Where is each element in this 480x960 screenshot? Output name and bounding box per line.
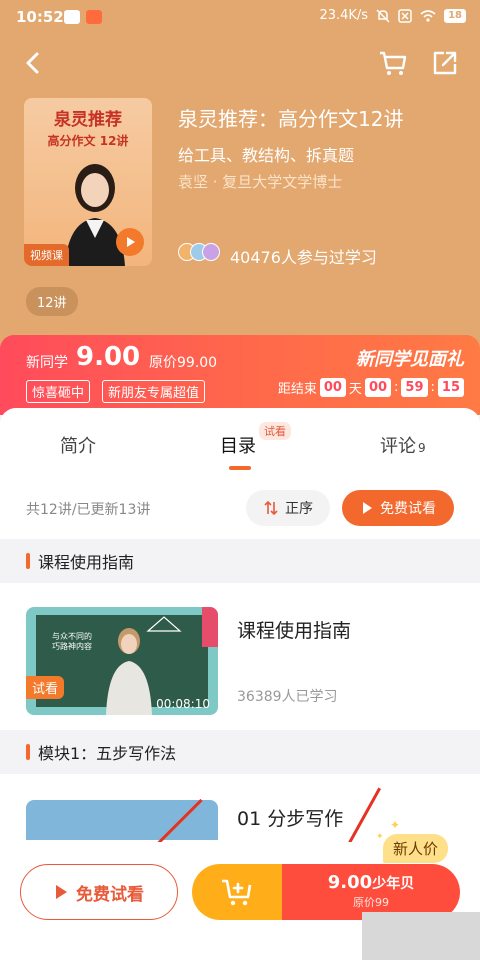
sort-button[interactable]: 正序 — [246, 490, 330, 526]
participant-avatars — [178, 243, 220, 261]
tab-comments-label: 评论 — [380, 436, 416, 457]
network-speed: 23.4K/s — [319, 8, 369, 23]
promo-tag: 新朋友专属超值 — [102, 380, 206, 403]
sim-icon — [398, 8, 412, 23]
cover-title-line2: 高分作文 12讲 — [47, 134, 129, 148]
course-author: 袁坚 · 复旦大学文学博士 — [178, 173, 343, 191]
back-button[interactable] — [18, 48, 48, 78]
tab-catalog[interactable]: 目录 — [220, 432, 256, 458]
countdown-separator: : — [430, 380, 435, 395]
countdown-seconds: 15 — [437, 378, 464, 397]
comment-count: 9 — [418, 441, 426, 455]
share-button[interactable] — [430, 48, 460, 78]
play-icon — [363, 502, 372, 514]
countdown-days: 00 — [319, 378, 346, 397]
cart-icon — [380, 51, 407, 75]
buy-price: 9.00 — [327, 872, 373, 893]
free-trial-button[interactable]: 免费试看 — [342, 490, 454, 526]
countdown-hours: 00 — [364, 378, 392, 397]
avatar — [202, 243, 220, 261]
video-course-tag: 视频课 — [24, 244, 69, 266]
course-title: 泉灵推荐：高分作文12讲 — [178, 107, 404, 131]
buy-original-price: 原价99 — [353, 896, 389, 909]
course-header: 10:52 23.4K/s 18 泉灵推荐 高分作文 12讲 视频课 泉灵推荐：… — [0, 0, 480, 350]
catalog-info: 共12讲/已更新13讲 — [26, 502, 151, 518]
promo-tag: 惊喜砸中 — [26, 380, 91, 403]
sparkle-icon: ✦ — [376, 832, 384, 842]
watermark-block — [362, 912, 480, 960]
app-notification-icon — [86, 10, 102, 24]
play-icon — [127, 237, 135, 247]
lesson-thumbnail[interactable]: 与众不同的 巧路神内容 00:08:10 试看 — [26, 607, 218, 715]
promo-title: 新同学见面礼 — [356, 349, 464, 370]
buy-price-unit: 少年贝 — [372, 876, 415, 892]
status-right: 23.4K/s 18 — [319, 8, 466, 23]
lesson-duration: 00:08:10 — [156, 697, 210, 711]
app-notification-icon — [64, 10, 80, 24]
countdown-minutes: 59 — [401, 378, 428, 397]
cover-title-line1: 泉灵推荐 — [54, 110, 122, 130]
lessons-chip: 12讲 — [26, 287, 78, 316]
section-header: 课程使用指南 — [0, 539, 480, 583]
tab-comments[interactable]: 评论 9 — [380, 432, 426, 458]
play-button[interactable] — [116, 228, 144, 256]
sparkle-icon: ✦ — [390, 818, 401, 832]
section-accent — [26, 744, 30, 760]
status-time: 10:52 — [16, 8, 64, 26]
promo-original-price: 原价99.00 — [149, 355, 218, 371]
sort-icon — [264, 500, 278, 516]
lesson-learner-count: 36389人已学习 — [237, 689, 338, 705]
trial-badge: 试看 — [259, 422, 291, 440]
battery-icon: 18 — [444, 8, 466, 23]
section-title: 课程使用指南 — [38, 553, 135, 572]
free-trial-bottom-label: 免费试看 — [76, 884, 144, 905]
chevron-left-icon — [26, 52, 39, 74]
share-icon — [433, 51, 457, 75]
new-user-price-badge: 新人价 — [383, 834, 449, 863]
mute-icon — [376, 8, 390, 23]
buy-price-line: 9.00少年贝 — [282, 872, 460, 893]
tab-intro[interactable]: 简介 — [60, 432, 96, 458]
section-accent — [26, 553, 30, 569]
countdown-days-unit: 天 — [348, 382, 362, 397]
promo-banner[interactable]: 新同学 9.00 原价99.00 惊喜砸中 新朋友专属超值 新同学见面礼 距结束… — [0, 335, 480, 415]
sort-label: 正序 — [285, 501, 313, 517]
cart-button[interactable] — [378, 48, 408, 78]
lesson-title[interactable]: 01 分步写作 — [237, 804, 343, 831]
catalog-toolbar: 共12讲/已更新13讲 正序 免费试看 — [0, 484, 480, 534]
course-subtitle: 给工具、教结构、拆真题 — [178, 146, 355, 165]
free-trial-label: 免费试看 — [380, 501, 436, 517]
add-to-cart-button[interactable] — [192, 864, 282, 920]
section-header: 模块1：五步写作法 — [0, 730, 480, 774]
svg-text:与众不同的: 与众不同的 — [52, 631, 92, 641]
tab-indicator — [229, 466, 251, 470]
countdown-timer: 距结束 00 天 00 : 59 : 15 — [278, 378, 464, 397]
section-title: 模块1：五步写作法 — [38, 744, 177, 763]
countdown-separator: : — [394, 380, 399, 395]
add-cart-icon — [222, 879, 252, 906]
lesson-thumbnail[interactable] — [26, 800, 218, 840]
participant-count: 40476人参与过学习 — [230, 248, 377, 267]
course-cover[interactable]: 泉灵推荐 高分作文 12讲 视频课 — [24, 98, 152, 266]
promo-price-label: 新同学 — [26, 355, 68, 371]
free-trial-bottom-button[interactable]: 免费试看 — [20, 864, 178, 920]
trial-tag: 试看 — [26, 676, 65, 699]
svg-text:巧路神内容: 巧路神内容 — [52, 641, 92, 651]
play-icon — [56, 885, 67, 899]
promo-price: 9.00 — [76, 342, 141, 372]
status-bar: 10:52 23.4K/s 18 — [0, 0, 480, 34]
wifi-icon — [420, 9, 436, 22]
lesson-title[interactable]: 课程使用指南 — [237, 616, 351, 643]
countdown-label: 距结束 — [277, 382, 317, 397]
